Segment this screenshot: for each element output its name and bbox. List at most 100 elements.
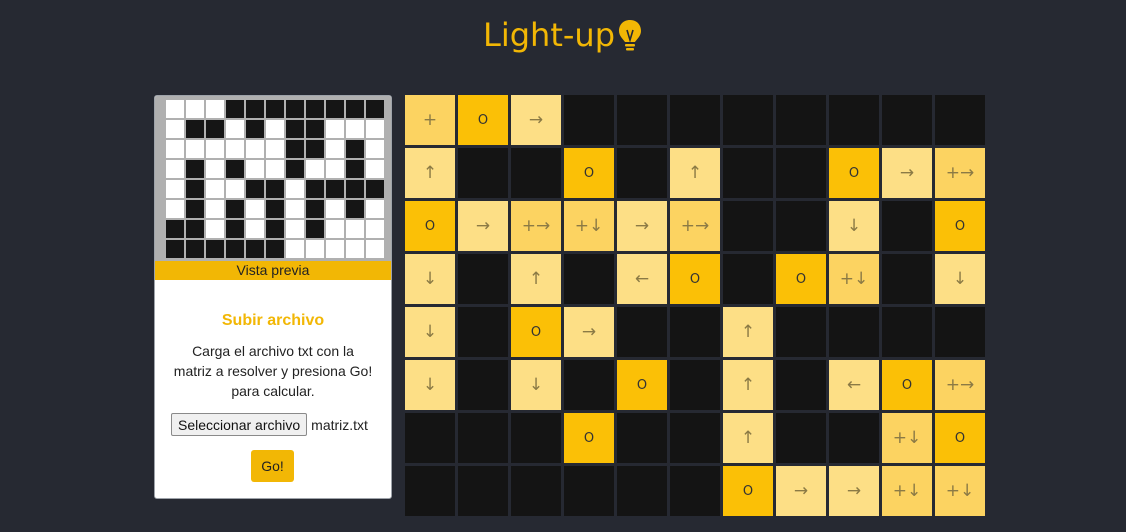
board-cell[interactable]: →: [511, 95, 561, 145]
board-cell[interactable]: →: [617, 201, 667, 251]
board-cell[interactable]: [458, 466, 508, 516]
board-cell[interactable]: +→: [935, 360, 985, 410]
board-cell[interactable]: [617, 148, 667, 198]
board-cell[interactable]: [882, 307, 932, 357]
board-cell[interactable]: O: [935, 413, 985, 463]
board-cell[interactable]: [776, 148, 826, 198]
board-cell[interactable]: →: [776, 466, 826, 516]
board-cell[interactable]: [829, 95, 879, 145]
board-cell[interactable]: ↑: [405, 148, 455, 198]
board-cell[interactable]: [458, 307, 508, 357]
board-cell[interactable]: O: [511, 307, 561, 357]
board-cell[interactable]: ←: [829, 360, 879, 410]
board-cell[interactable]: ↓: [511, 360, 561, 410]
light-direction-icon: ↑: [740, 428, 756, 448]
board-cell[interactable]: [776, 360, 826, 410]
light-direction-icon: ↑: [740, 322, 756, 342]
board-cell[interactable]: ↑: [723, 360, 773, 410]
board-cell[interactable]: +↓: [829, 254, 879, 304]
board-cell[interactable]: ↓: [405, 307, 455, 357]
board-cell[interactable]: [670, 413, 720, 463]
board-cell[interactable]: [723, 148, 773, 198]
board-cell[interactable]: [776, 413, 826, 463]
board-cell[interactable]: [670, 95, 720, 145]
board-cell[interactable]: [935, 95, 985, 145]
preview-cell: [226, 240, 244, 258]
board-cell[interactable]: O: [458, 95, 508, 145]
board-cell[interactable]: [617, 307, 667, 357]
board-cell[interactable]: [458, 254, 508, 304]
preview-cell: [266, 160, 284, 178]
board-cell[interactable]: +→: [511, 201, 561, 251]
board-cell[interactable]: →: [829, 466, 879, 516]
board-cell[interactable]: +→: [935, 148, 985, 198]
board-cell[interactable]: +→: [670, 201, 720, 251]
board-cell[interactable]: O: [564, 148, 614, 198]
board-cell[interactable]: [564, 95, 614, 145]
board-cell[interactable]: O: [617, 360, 667, 410]
board-cell[interactable]: [670, 360, 720, 410]
board-cell[interactable]: [670, 307, 720, 357]
board-cell[interactable]: [564, 360, 614, 410]
board-cell[interactable]: ↓: [405, 254, 455, 304]
go-button[interactable]: Go!: [251, 450, 294, 482]
board-cell[interactable]: [511, 413, 561, 463]
board-cell[interactable]: [564, 254, 614, 304]
light-direction-icon: +→: [680, 216, 710, 236]
board-cell[interactable]: [776, 95, 826, 145]
light-direction-icon: +→: [945, 375, 975, 395]
board-cell[interactable]: +↓: [935, 466, 985, 516]
board-cell[interactable]: +↓: [564, 201, 614, 251]
board-cell[interactable]: →: [458, 201, 508, 251]
board-cell[interactable]: ↑: [723, 307, 773, 357]
board-cell[interactable]: [617, 413, 667, 463]
board-cell[interactable]: ↑: [511, 254, 561, 304]
board-cell[interactable]: [511, 466, 561, 516]
board-cell[interactable]: [405, 466, 455, 516]
board-cell[interactable]: O: [829, 148, 879, 198]
board-cell[interactable]: [458, 413, 508, 463]
board-cell[interactable]: [776, 201, 826, 251]
board-cell[interactable]: ↑: [723, 413, 773, 463]
board-cell[interactable]: [458, 360, 508, 410]
board-cell[interactable]: O: [670, 254, 720, 304]
board-cell[interactable]: O: [882, 360, 932, 410]
board-cell[interactable]: [617, 95, 667, 145]
board-cell[interactable]: [670, 466, 720, 516]
board-cell[interactable]: ↓: [935, 254, 985, 304]
board-cell[interactable]: +: [405, 95, 455, 145]
board-cell[interactable]: [882, 95, 932, 145]
board-cell[interactable]: [882, 254, 932, 304]
preview-cell: [226, 160, 244, 178]
board-cell[interactable]: [617, 466, 667, 516]
board-cell[interactable]: [723, 254, 773, 304]
board-cell[interactable]: O: [776, 254, 826, 304]
board-cell[interactable]: [829, 307, 879, 357]
board-cell[interactable]: O: [723, 466, 773, 516]
preview-cell: [206, 240, 224, 258]
board-cell[interactable]: O: [935, 201, 985, 251]
board-cell[interactable]: →: [564, 307, 614, 357]
light-direction-icon: +↓: [892, 481, 922, 501]
board-cell[interactable]: ←: [617, 254, 667, 304]
board-cell[interactable]: →: [882, 148, 932, 198]
select-file-button[interactable]: Seleccionar archivo: [171, 413, 308, 436]
board-cell[interactable]: [935, 307, 985, 357]
board-cell[interactable]: ↓: [829, 201, 879, 251]
board-cell[interactable]: +↓: [882, 466, 932, 516]
board-cell[interactable]: [723, 201, 773, 251]
board-cell[interactable]: [723, 95, 773, 145]
board-cell[interactable]: O: [405, 201, 455, 251]
board-cell[interactable]: ↓: [405, 360, 455, 410]
board-cell[interactable]: [405, 413, 455, 463]
board-cell[interactable]: [511, 148, 561, 198]
board-cell[interactable]: [564, 466, 614, 516]
board-cell[interactable]: [776, 307, 826, 357]
board-cell[interactable]: [458, 148, 508, 198]
board-cell[interactable]: +↓: [882, 413, 932, 463]
preview-cell: [166, 160, 184, 178]
board-cell[interactable]: O: [564, 413, 614, 463]
board-cell[interactable]: [882, 201, 932, 251]
board-cell[interactable]: [829, 413, 879, 463]
board-cell[interactable]: ↑: [670, 148, 720, 198]
